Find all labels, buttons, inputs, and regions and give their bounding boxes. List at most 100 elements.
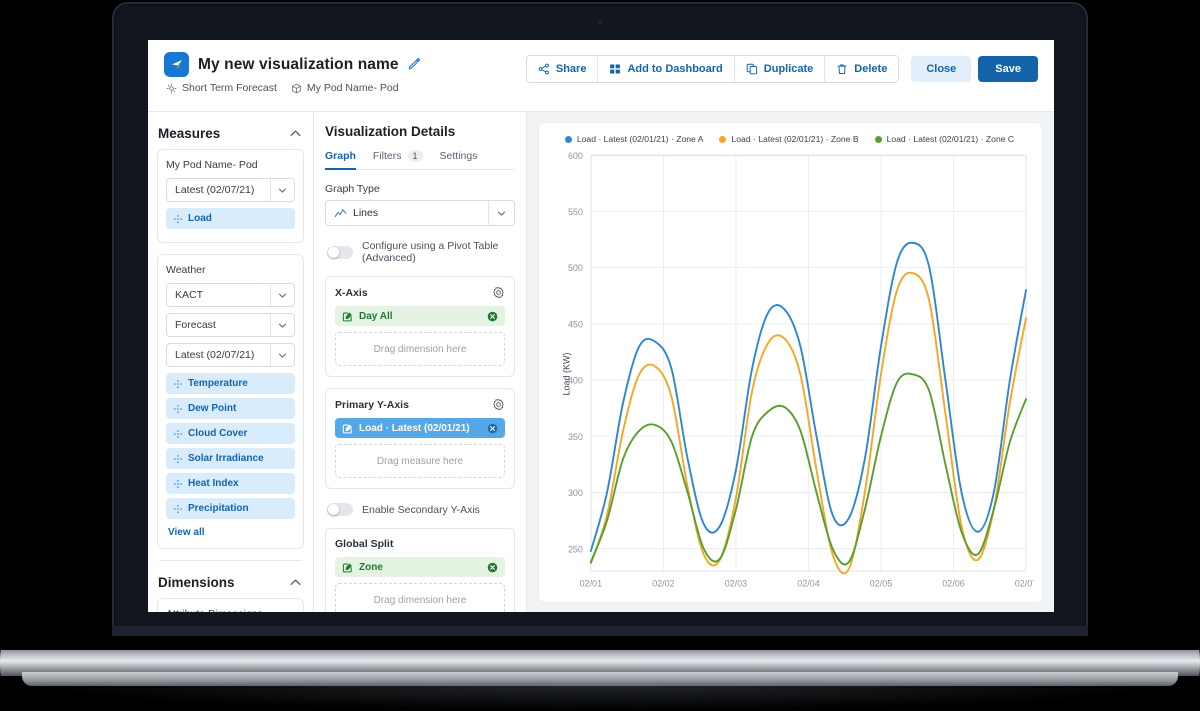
y-tick-label: 550	[568, 207, 583, 217]
y-tick-label: 250	[568, 544, 583, 554]
x-tick-label: 02/07	[1015, 579, 1034, 589]
secondary-y-axis-toggle-row: Enable Secondary Y-Axis	[327, 503, 515, 516]
chevron-down-icon	[270, 314, 294, 336]
measure-pill-load[interactable]: Load	[166, 208, 295, 229]
x-tick-label: 02/03	[725, 579, 747, 589]
pivot-table-toggle-label: Configure using a Pivot Table (Advanced)	[362, 240, 499, 264]
measure-pill-precipitation[interactable]: Precipitation	[166, 498, 295, 519]
measure-pill-temperature[interactable]: Temperature	[166, 373, 295, 394]
measure-pill-label: Precipitation	[188, 503, 249, 514]
dashboard-grid-icon	[609, 63, 621, 75]
trash-icon	[836, 63, 848, 75]
share-button-label: Share	[555, 63, 587, 75]
delete-button-label: Delete	[854, 63, 888, 75]
pod-date-select[interactable]: Latest (02/07/21)	[166, 178, 295, 202]
measure-pill-label: Temperature	[188, 378, 248, 389]
tab-settings-label: Settings	[439, 150, 478, 162]
measure-pill-label: Dew Point	[188, 403, 237, 414]
save-button[interactable]: Save	[978, 56, 1038, 82]
breadcrumb-item-forecast[interactable]: Short Term Forecast	[166, 82, 277, 94]
legend-item[interactable]: Load · Latest (02/01/21) · Zone A	[564, 134, 703, 144]
secondary-y-axis-toggle[interactable]	[327, 503, 353, 516]
primary-y-axis-chip-label: Load · Latest (02/01/21)	[359, 422, 470, 434]
tab-graph[interactable]: Graph	[325, 150, 356, 170]
weather-station-value: KACT	[175, 289, 204, 301]
measures-panel: Measures My Pod Name- Pod Latest (02/07/…	[148, 112, 314, 612]
x-tick-label: 02/02	[652, 579, 674, 589]
pod-card-label: My Pod Name- Pod	[166, 159, 258, 171]
global-split-chip-zone[interactable]: Zone	[335, 557, 505, 577]
pod-cube-icon	[291, 83, 302, 94]
measure-pill-dew-point[interactable]: Dew Point	[166, 398, 295, 419]
x-tick-label: 02/04	[797, 579, 819, 589]
dimensions-title: Dimensions	[158, 575, 235, 590]
x-axis-chip-day-all[interactable]: Day All	[335, 306, 505, 326]
chevron-up-icon[interactable]	[288, 126, 303, 141]
primary-y-axis-dropzone[interactable]: Drag measure here	[335, 444, 505, 478]
gear-icon[interactable]	[492, 398, 505, 411]
drag-handle-icon	[173, 504, 183, 514]
x-axis-dropzone[interactable]: Drag dimension here	[335, 332, 505, 366]
pod-measures-card: My Pod Name- Pod Latest (02/07/21) Load	[157, 149, 304, 243]
tab-filters-badge: 1	[407, 150, 423, 162]
duplicate-button[interactable]: Duplicate	[734, 56, 826, 82]
forecast-sun-icon	[166, 83, 177, 94]
measure-pill-heat-index[interactable]: Heat Index	[166, 473, 295, 494]
x-tick-label: 02/01	[580, 579, 602, 589]
legend-item[interactable]: Load · Latest (02/01/21) · Zone C	[874, 134, 1015, 144]
legend-label: Load · Latest (02/01/21) · Zone B	[731, 134, 859, 144]
laptop-mockup: My new visualization name Short Term For…	[0, 0, 1200, 711]
primary-y-axis-chip-load[interactable]: Load · Latest (02/01/21)	[335, 418, 505, 438]
pencil-icon[interactable]	[408, 58, 421, 71]
tab-settings[interactable]: Settings	[440, 150, 478, 169]
graph-type-select[interactable]: Lines	[325, 200, 515, 226]
weather-station-select[interactable]: KACT	[166, 283, 295, 307]
toolbar-button-group: Share Add to Dashboard Duplicate Delete	[525, 55, 900, 83]
remove-circle-icon[interactable]	[487, 311, 498, 322]
chevron-up-icon[interactable]	[288, 575, 303, 590]
remove-circle-icon[interactable]	[487, 562, 498, 573]
measure-pill-solar-irradiance[interactable]: Solar Irradiance	[166, 448, 295, 469]
gear-icon[interactable]	[492, 286, 505, 299]
delete-button[interactable]: Delete	[825, 56, 899, 82]
remove-circle-icon[interactable]	[487, 423, 498, 434]
top-bar: My new visualization name Short Term For…	[148, 40, 1054, 112]
share-button[interactable]: Share	[526, 56, 599, 82]
y-tick-label: 350	[568, 432, 583, 442]
global-split-card: Global Split Zone Drag dimension here	[325, 528, 515, 612]
pivot-table-toggle[interactable]	[327, 245, 353, 259]
edit-square-icon	[342, 562, 353, 573]
legend-color-dot	[564, 135, 572, 143]
copy-icon	[746, 63, 758, 75]
weather-date-value: Latest (02/07/21)	[175, 349, 255, 361]
legend-label: Load · Latest (02/01/21) · Zone C	[886, 134, 1015, 144]
breadcrumb-item-pod[interactable]: My Pod Name- Pod	[291, 82, 399, 94]
y-tick-label: 300	[568, 488, 583, 498]
x-axis-title: X-Axis	[335, 286, 368, 299]
tab-filters[interactable]: Filters 1	[373, 150, 423, 169]
edit-square-icon	[342, 311, 353, 322]
weather-measures-card: Weather KACT Forecast Latest (02/07/21) …	[157, 254, 304, 549]
y-tick-label: 600	[568, 151, 583, 161]
add-to-dashboard-button[interactable]: Add to Dashboard	[598, 56, 735, 82]
dimensions-section-header[interactable]: Dimensions	[157, 573, 304, 598]
viz-details-tabs: Graph Filters 1 Settings	[325, 150, 515, 170]
page-title: My new visualization name	[198, 55, 399, 73]
measure-pill-label: Heat Index	[188, 478, 239, 489]
chevron-down-icon	[270, 179, 294, 201]
legend-item[interactable]: Load · Latest (02/01/21) · Zone B	[719, 134, 859, 144]
measures-section-header[interactable]: Measures	[157, 124, 304, 149]
chevron-down-icon	[488, 201, 514, 225]
global-split-dropzone[interactable]: Drag dimension here	[335, 583, 505, 612]
measures-title: Measures	[158, 126, 221, 141]
x-axis-card: X-Axis Day All Drag dimension here	[325, 276, 515, 377]
attribute-dimensions-label: Attribute Dimensions	[166, 608, 295, 612]
measure-pill-cloud-cover[interactable]: Cloud Cover	[166, 423, 295, 444]
view-all-link[interactable]: View all	[166, 523, 295, 539]
drag-handle-icon	[173, 454, 183, 464]
weather-type-select[interactable]: Forecast	[166, 313, 295, 337]
measure-pill-label: Cloud Cover	[188, 428, 248, 439]
title-row: My new visualization name	[164, 52, 421, 77]
close-button[interactable]: Close	[911, 56, 972, 82]
weather-date-select[interactable]: Latest (02/07/21)	[166, 343, 295, 367]
